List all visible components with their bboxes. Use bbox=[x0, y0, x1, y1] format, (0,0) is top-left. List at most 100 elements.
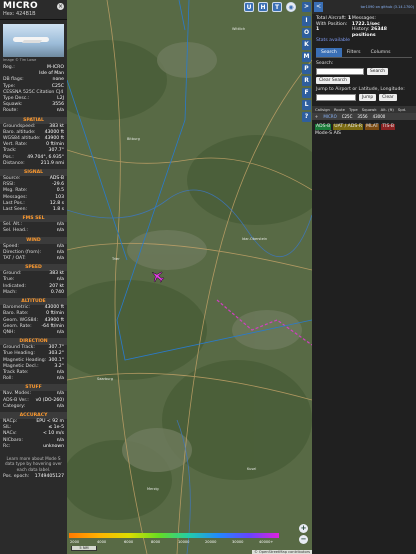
mode-s-label: Mode-S bbox=[315, 131, 333, 136]
section-title: ACCURACY bbox=[0, 411, 67, 419]
legend-label: 10000 bbox=[178, 540, 190, 544]
aircraft-photo[interactable] bbox=[3, 24, 64, 57]
row-key: QNH: bbox=[3, 329, 16, 335]
map-toggle-k-button[interactable]: K bbox=[302, 40, 311, 50]
map-toggle-f-button[interactable]: F bbox=[302, 88, 311, 98]
tab-filters[interactable]: Filters bbox=[342, 48, 366, 57]
collapse-sidebar-button[interactable]: < bbox=[314, 2, 323, 12]
zoom-out-button[interactable]: − bbox=[299, 535, 308, 544]
row-key: Last Seen: bbox=[3, 207, 28, 213]
source-badge: ADS-B bbox=[315, 124, 332, 130]
legend-label: 6000 bbox=[124, 540, 134, 544]
source-badge: TIS-B bbox=[381, 124, 396, 130]
column-header[interactable]: Alt. (ft) bbox=[381, 107, 394, 112]
photo-credit: Image © Tim Lowe bbox=[3, 58, 37, 62]
row-value: n/a bbox=[56, 228, 64, 234]
pos-epoch-row: Pos. epoch: 1749405127 bbox=[3, 474, 64, 480]
town-label: Merzig bbox=[147, 487, 159, 491]
source-legend: ADS-B UAT / ADS-R MLAT TIS-B bbox=[312, 120, 416, 130]
hex-label: Hex: bbox=[3, 11, 15, 17]
column-header[interactable]: Squawk bbox=[362, 107, 377, 112]
column-header[interactable]: Type bbox=[349, 107, 358, 112]
identity-block: Reg.: M-ICRO Isle of Man DB flags: none Type:… bbox=[0, 65, 67, 115]
github-link[interactable]: tar1090 on github (3.14.1700) bbox=[361, 5, 414, 9]
info-row: Sel. Head.: n/a bbox=[0, 228, 67, 234]
map-toggle-o-button[interactable]: O bbox=[302, 28, 311, 38]
tab-search[interactable]: Search bbox=[316, 48, 342, 57]
info-row: Roll: n/a bbox=[0, 376, 67, 382]
column-header[interactable]: Spd. bbox=[398, 107, 406, 112]
hex-value: 424B1B bbox=[16, 11, 36, 17]
row-value: 211.9 nmi bbox=[40, 160, 64, 166]
total-aircraft-label: Total Aircraft: bbox=[316, 16, 347, 21]
panel-topbar: < tar1090 on github (3.14.1700) bbox=[312, 0, 416, 14]
info-header: MICRO Hex: 424B1B × bbox=[0, 0, 67, 20]
town-label: Trier bbox=[111, 257, 120, 261]
section-title: SPATIAL bbox=[0, 116, 67, 124]
map-toggle-i-button[interactable]: I bbox=[302, 16, 311, 26]
row-key: Roll: bbox=[3, 376, 13, 382]
town-label: Saarburg bbox=[97, 377, 113, 381]
layers-icon[interactable]: ◉ bbox=[286, 2, 296, 12]
zoom-in-button[interactable]: + bbox=[299, 524, 308, 533]
legend-label: 4000 bbox=[97, 540, 107, 544]
row-key: Mach: bbox=[3, 289, 17, 295]
row-alt: 43000 bbox=[372, 114, 386, 119]
search-input[interactable] bbox=[316, 68, 364, 75]
row-squawk: 3556 bbox=[357, 114, 368, 119]
legend-label: 8000 bbox=[151, 540, 161, 544]
jump-button[interactable]: Jump bbox=[359, 94, 377, 101]
search-label: Search: bbox=[316, 61, 334, 66]
with-position-label: With Position: bbox=[316, 21, 348, 27]
clear-jump-button[interactable]: Clear bbox=[379, 94, 397, 101]
mode-legend: Mode-S AIS bbox=[312, 130, 416, 137]
hex-line: Hex: 424B1B bbox=[3, 11, 64, 17]
column-header[interactable]: Route bbox=[334, 107, 345, 112]
t-button[interactable]: T bbox=[272, 2, 282, 12]
map-toggle-l-button[interactable]: L bbox=[302, 100, 311, 110]
map-attribution[interactable]: © OpenStreetMap contributors bbox=[252, 550, 312, 554]
info-row: Mach: 0.740 bbox=[0, 290, 67, 296]
row-value: n/a bbox=[56, 403, 64, 409]
town-label: Idar-Oberstein bbox=[242, 237, 267, 241]
jump-input[interactable] bbox=[316, 94, 356, 101]
messages-value: 1722.1/sec bbox=[351, 21, 380, 27]
map-toggle-r-button[interactable]: R bbox=[302, 76, 311, 86]
row-value: n/a bbox=[56, 256, 64, 262]
info-row: Last Seen: 1.8 s bbox=[0, 207, 67, 213]
row-key: Reg.: bbox=[3, 65, 15, 70]
row-key: Category: bbox=[3, 403, 26, 409]
info-sections: SPATIAL Groundspeed: 383 kt Baro. altitude:… bbox=[0, 116, 67, 450]
row-type: C25C bbox=[341, 114, 353, 119]
row-value: 0.740 bbox=[50, 289, 64, 295]
legend-label: 40000+ bbox=[259, 540, 274, 544]
map-toggle-p-button[interactable]: P bbox=[302, 64, 311, 74]
map-toggle-?-button[interactable]: ? bbox=[302, 112, 311, 122]
stats-link[interactable]: Stats available bbox=[312, 38, 416, 43]
clear-search-button[interactable]: Clear Search bbox=[316, 77, 350, 84]
expand-sidebar-button[interactable]: > bbox=[302, 2, 311, 12]
row-key: TAT / OAT: bbox=[3, 256, 26, 262]
town-label: Wittlich bbox=[232, 27, 245, 31]
scale-bar: 5 NM bbox=[71, 546, 97, 551]
legend-label: 20000 bbox=[205, 540, 217, 544]
map-canvas[interactable]: Wittlich Trier Bitburg Saarburg Merzig I… bbox=[67, 0, 312, 554]
info-row: Category: n/a bbox=[0, 404, 67, 410]
h-button[interactable]: H bbox=[258, 2, 268, 12]
close-icon[interactable]: × bbox=[57, 3, 64, 10]
row-key: Route: bbox=[3, 108, 18, 114]
source-badge: MLAT bbox=[365, 124, 380, 130]
map-toggle-m-button[interactable]: M bbox=[302, 52, 311, 62]
table-row[interactable]: ✈ MICRO C25C 3556 43000 bbox=[312, 113, 416, 120]
search-button[interactable]: Search bbox=[367, 68, 389, 75]
tab-columns[interactable]: Columns bbox=[366, 48, 396, 57]
altitude-legend bbox=[69, 533, 279, 538]
column-header[interactable]: Callsign bbox=[315, 107, 330, 112]
map-view[interactable]: Wittlich Trier Bitburg Saarburg Merzig I… bbox=[67, 0, 312, 554]
row-key: Rc: bbox=[3, 443, 11, 449]
row-callsign: MICRO bbox=[323, 114, 337, 119]
table-header: Callsign Route Type Squawk Alt. (ft) Spd. bbox=[312, 106, 416, 113]
info-row: TAT / OAT: n/a bbox=[0, 256, 67, 262]
u-button[interactable]: U bbox=[244, 2, 254, 12]
callsign-title: MICRO bbox=[3, 1, 38, 11]
